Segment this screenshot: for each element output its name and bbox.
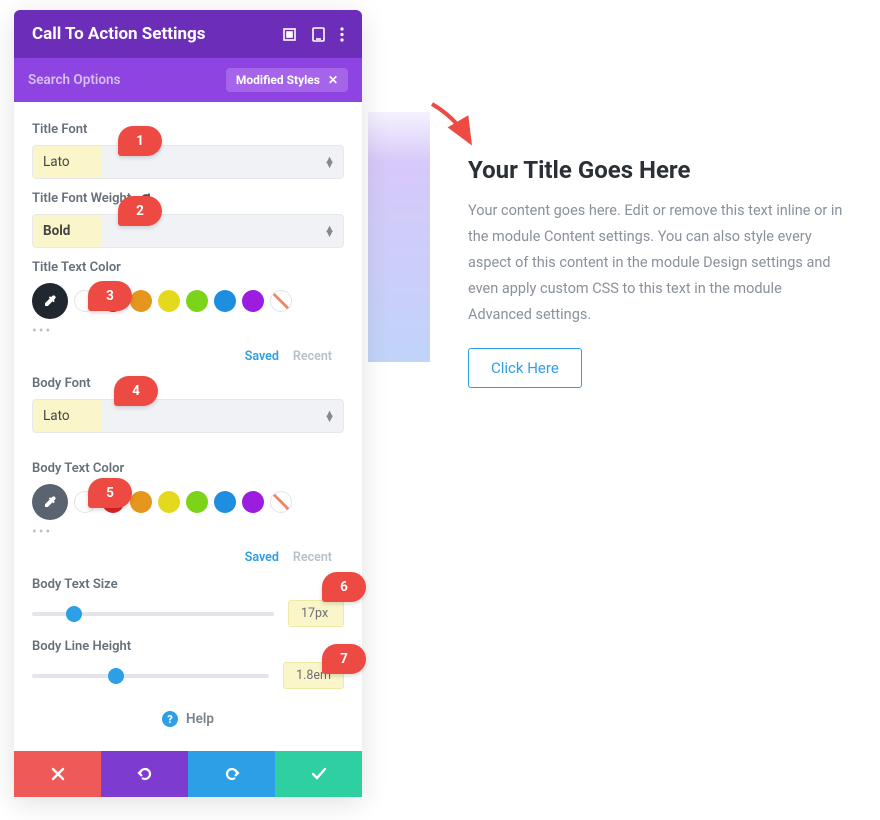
panel-body: Title Font Lato ▲▼ Title Font Weight Bol…	[14, 102, 362, 751]
color-swatch[interactable]	[158, 290, 180, 312]
undo-button[interactable]	[101, 751, 188, 797]
color-swatch[interactable]	[214, 491, 236, 513]
panel-subbar: Search Options Modified Styles ✕	[14, 58, 362, 102]
color-swatch[interactable]	[130, 491, 152, 513]
preview-cta-button[interactable]: Click Here	[468, 348, 582, 388]
select-value: Lato	[43, 408, 70, 424]
filter-chip-label: Modified Styles	[236, 73, 320, 87]
saved-tab[interactable]: Saved	[245, 349, 279, 364]
label-text: Title Font Weight	[32, 191, 131, 206]
panel-header: Call To Action Settings	[14, 10, 362, 58]
title-font-weight-select[interactable]: Bold ▲▼	[32, 214, 344, 248]
recent-tab[interactable]: Recent	[293, 349, 332, 364]
annotation-callout: 5	[88, 478, 132, 508]
body-text-size-slider: 17px	[32, 600, 344, 627]
redo-button[interactable]	[188, 751, 275, 797]
color-swatch-none[interactable]	[270, 491, 292, 513]
preview-title[interactable]: Your Title Goes Here	[468, 156, 848, 184]
saved-tab[interactable]: Saved	[245, 550, 279, 565]
field-label: Body Text Size	[32, 577, 344, 592]
title-color-swatches	[32, 283, 344, 319]
cancel-button[interactable]	[14, 751, 101, 797]
slider-thumb[interactable]	[66, 606, 82, 622]
save-button[interactable]	[275, 751, 362, 797]
annotation-callout: 7	[322, 644, 366, 674]
title-font-select[interactable]: Lato ▲▼	[32, 145, 344, 179]
select-value: Lato	[43, 154, 70, 170]
more-dots-icon[interactable]: •••	[32, 524, 344, 540]
field-label: Title Font Weight	[32, 191, 344, 206]
color-swatch[interactable]	[130, 290, 152, 312]
body-color-swatches	[32, 484, 344, 520]
annotation-callout: 2	[118, 196, 162, 226]
preview-area: Your Title Goes Here Your content goes h…	[468, 156, 848, 388]
annotation-arrow	[426, 98, 486, 158]
expand-icon[interactable]	[282, 27, 297, 42]
close-icon[interactable]: ✕	[328, 73, 338, 87]
more-icon[interactable]	[340, 27, 344, 42]
slider-track[interactable]	[32, 612, 274, 616]
color-swatch[interactable]	[242, 290, 264, 312]
eyedropper-button[interactable]	[32, 484, 68, 520]
color-swatch[interactable]	[214, 290, 236, 312]
help-icon: ?	[162, 711, 178, 727]
color-swatch[interactable]	[158, 491, 180, 513]
annotation-callout: 4	[114, 376, 158, 406]
panel-footer	[14, 751, 362, 797]
field-label: Body Line Height	[32, 639, 344, 654]
color-swatch[interactable]	[186, 290, 208, 312]
slider-thumb[interactable]	[108, 668, 124, 684]
body-line-height-slider: 1.8em	[32, 662, 344, 689]
field-label: Body Text Color	[32, 461, 344, 476]
chevron-updown-icon: ▲▼	[324, 157, 333, 168]
annotation-callout: 6	[322, 572, 366, 602]
search-options[interactable]: Search Options	[28, 72, 120, 88]
panel-title: Call To Action Settings	[32, 24, 205, 44]
field-label: Title Font	[32, 122, 344, 137]
annotation-callout: 3	[88, 281, 132, 311]
annotation-callout: 1	[118, 126, 162, 156]
chevron-updown-icon: ▲▼	[324, 226, 333, 237]
color-swatch-none[interactable]	[270, 290, 292, 312]
color-swatch[interactable]	[242, 491, 264, 513]
header-actions	[282, 27, 344, 42]
chevron-updown-icon: ▲▼	[324, 411, 333, 422]
field-label: Body Font	[32, 376, 344, 391]
color-tabs: Saved Recent	[32, 349, 344, 364]
select-value: Bold	[43, 223, 70, 239]
body-font-select[interactable]: Lato ▲▼	[32, 399, 344, 433]
recent-tab[interactable]: Recent	[293, 550, 332, 565]
help-row[interactable]: ? Help	[32, 711, 344, 727]
help-label: Help	[186, 711, 214, 727]
preview-gradient-strip	[368, 112, 430, 362]
more-dots-icon[interactable]: •••	[32, 323, 344, 339]
eyedropper-button[interactable]	[32, 283, 68, 319]
field-label: Title Text Color	[32, 260, 344, 275]
preview-body[interactable]: Your content goes here. Edit or remove t…	[468, 198, 848, 328]
responsive-icon[interactable]	[311, 27, 326, 42]
settings-panel: Call To Action Settings Search Options M…	[14, 10, 362, 797]
color-swatch[interactable]	[186, 491, 208, 513]
slider-value[interactable]: 17px	[288, 600, 344, 627]
filter-chip[interactable]: Modified Styles ✕	[226, 68, 348, 92]
slider-track[interactable]	[32, 674, 269, 678]
color-tabs: Saved Recent	[32, 550, 344, 565]
